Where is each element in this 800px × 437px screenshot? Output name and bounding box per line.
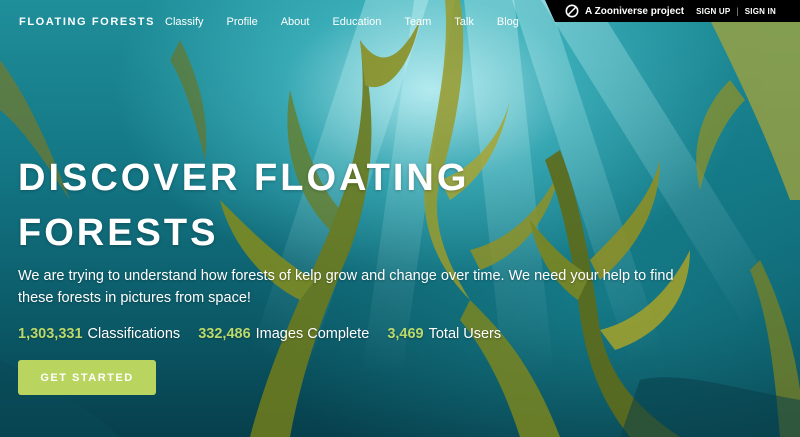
stat-classifications-value: 1,303,331	[18, 326, 83, 342]
sign-up-link[interactable]: SIGN UP	[696, 7, 730, 16]
top-navigation: FLOATING FORESTS Classify Profile About …	[0, 0, 800, 46]
stat-total-users: 3,469 Total Users	[387, 326, 501, 342]
stat-images-complete-value: 332,486	[198, 326, 251, 342]
zooniverse-bar: A Zooniverse project SIGN UP | SIGN IN	[545, 0, 800, 22]
nav-item-education[interactable]: Education	[332, 16, 381, 28]
nav-item-profile[interactable]: Profile	[227, 16, 258, 28]
nav-item-classify[interactable]: Classify	[165, 16, 204, 28]
auth-separator: |	[736, 6, 739, 16]
stat-total-users-label: Total Users	[428, 326, 502, 342]
brand-logo-link[interactable]: FLOATING FORESTS	[19, 16, 155, 28]
nav-item-talk[interactable]: Talk	[454, 16, 474, 28]
page: FLOATING FORESTS Classify Profile About …	[0, 0, 800, 437]
sign-in-link[interactable]: SIGN IN	[745, 7, 776, 16]
hero-description: We are trying to understand how forests …	[18, 268, 674, 306]
zooniverse-logo-icon[interactable]	[565, 4, 579, 18]
hero-title: DISCOVER FLOATING FORESTS	[18, 157, 470, 254]
main-nav: Classify Profile About Education Team Ta…	[165, 16, 542, 28]
stat-images-complete-label: Images Complete	[255, 326, 370, 342]
get-started-button[interactable]: GET STARTED	[18, 360, 156, 395]
stat-images-complete: 332,486 Images Complete	[198, 326, 373, 342]
stat-classifications-label: Classifications	[87, 326, 181, 342]
nav-item-blog[interactable]: Blog	[497, 16, 519, 28]
stat-classifications: 1,303,331 Classifications	[18, 326, 184, 342]
stat-total-users-value: 3,469	[387, 326, 424, 342]
project-stats: 1,303,331 Classifications 332,486 Images C…	[18, 326, 515, 342]
nav-item-about[interactable]: About	[281, 16, 310, 28]
zooniverse-project-label[interactable]: A Zooniverse project	[585, 6, 684, 17]
nav-item-team[interactable]: Team	[404, 16, 431, 28]
